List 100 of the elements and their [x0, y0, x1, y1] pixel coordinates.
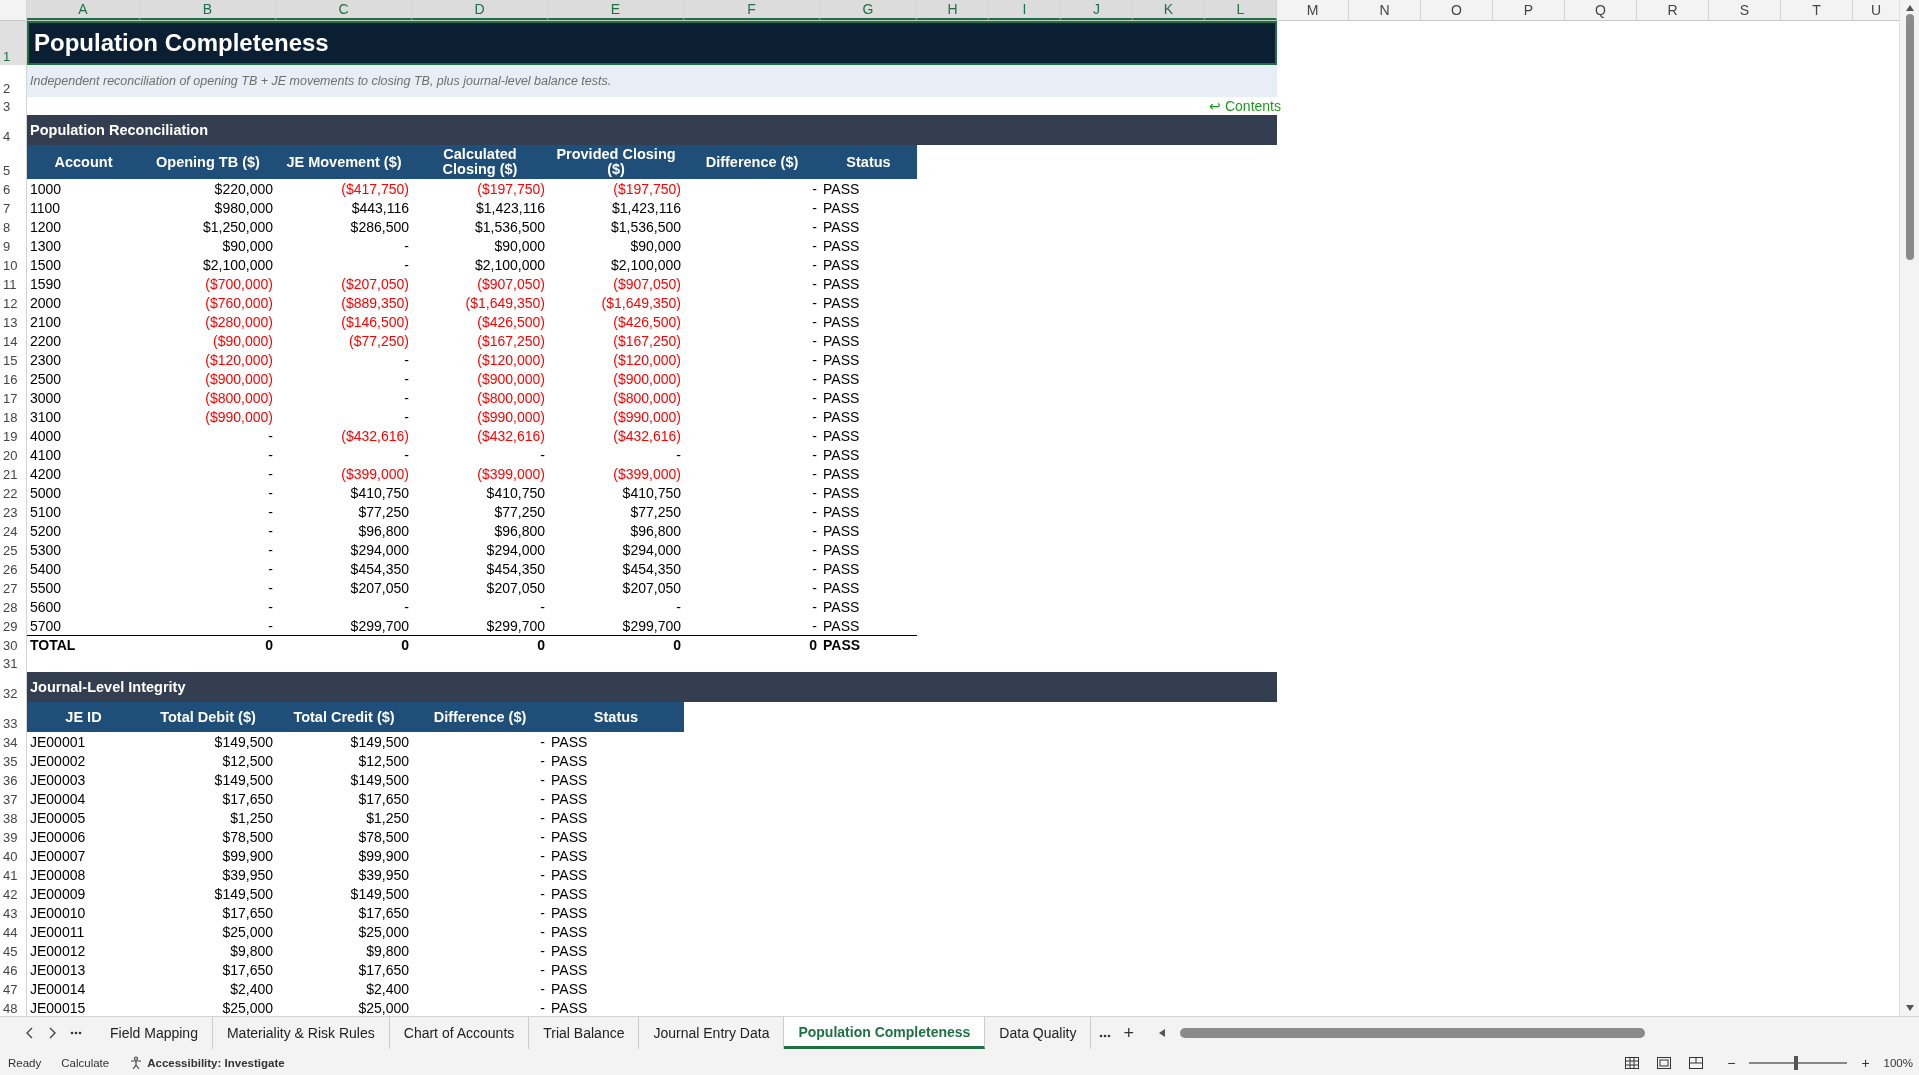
column-header[interactable]: F [684, 0, 820, 20]
row-number[interactable]: 14 [0, 331, 27, 350]
row-number[interactable]: 8 [0, 217, 27, 236]
sheet-tab[interactable]: Population Completeness [784, 1017, 986, 1049]
page-break-icon[interactable] [1689, 1056, 1704, 1069]
row-number[interactable]: 6 [0, 179, 27, 198]
row-number[interactable]: 37 [0, 789, 27, 808]
table-cell-text: PASS [822, 541, 861, 559]
table-cell-text: PASS [822, 427, 861, 445]
vertical-scrollbar[interactable] [1899, 0, 1919, 1016]
row-number[interactable]: 47 [0, 979, 27, 998]
column-header[interactable]: Q [1565, 0, 1637, 20]
more-tabs-icon[interactable] [1099, 1034, 1112, 1038]
row-number[interactable]: 3 [0, 97, 27, 115]
row-number[interactable]: 15 [0, 350, 27, 369]
table-cell-text: - [403, 389, 410, 407]
table-cell-text: JE00013 [29, 961, 87, 979]
row-number[interactable]: 17 [0, 388, 27, 407]
previous-sheet-icon[interactable] [26, 1027, 34, 1039]
table-cell-text: - [675, 598, 682, 616]
column-header[interactable]: H [917, 0, 989, 20]
column-header[interactable]: T [1781, 0, 1853, 20]
zoom-percentage[interactable]: 100% [1883, 1056, 1913, 1069]
row-number[interactable]: 28 [0, 597, 27, 616]
contents-link[interactable]: ↩ Contents [1209, 98, 1281, 114]
column-header[interactable]: R [1637, 0, 1709, 20]
calculate-button[interactable]: Calculate [61, 1056, 110, 1069]
column-header[interactable]: K [1133, 0, 1205, 20]
row-number[interactable]: 40 [0, 846, 27, 865]
row-number[interactable]: 45 [0, 941, 27, 960]
row-number[interactable]: 11 [0, 274, 27, 293]
row-number[interactable]: 16 [0, 369, 27, 388]
zoom-out-button[interactable]: − [1727, 1054, 1736, 1071]
column-header[interactable]: S [1709, 0, 1781, 20]
column-header[interactable]: N [1349, 0, 1421, 20]
column-header[interactable]: A [27, 0, 140, 20]
row-number[interactable]: 31 [0, 654, 27, 672]
row-number[interactable]: 36 [0, 770, 27, 789]
row-number[interactable]: 19 [0, 426, 27, 445]
column-header[interactable]: I [989, 0, 1061, 20]
scrollbar-thumb[interactable] [1179, 1028, 1645, 1038]
table-cell-text: $9,800 [229, 942, 274, 960]
table-cell-text: - [267, 427, 274, 445]
row-number[interactable]: 22 [0, 483, 27, 502]
row-number[interactable]: 7 [0, 198, 27, 217]
row-number[interactable]: 44 [0, 922, 27, 941]
row-number[interactable]: 21 [0, 464, 27, 483]
scrollbar-thumb[interactable] [1905, 14, 1914, 260]
row-number[interactable]: 42 [0, 884, 27, 903]
column-header[interactable]: M [1277, 0, 1349, 20]
row-number[interactable]: 25 [0, 540, 27, 559]
column-header: Opening TB ($) [140, 145, 276, 179]
accessibility-icon[interactable] [129, 1055, 144, 1070]
table-cell-text: $980,000 [213, 199, 274, 217]
row-number[interactable]: 39 [0, 827, 27, 846]
next-sheet-icon[interactable] [48, 1027, 56, 1039]
table-cell-text: - [811, 351, 818, 369]
table-cell-text: ($426,500) [476, 313, 546, 331]
table-cell-text: PASS [822, 332, 861, 350]
zoom-in-button[interactable]: + [1861, 1054, 1870, 1071]
row-number[interactable]: 12 [0, 293, 27, 312]
column-header[interactable]: D [412, 0, 548, 20]
row-number[interactable]: 23 [0, 502, 27, 521]
scroll-down-icon[interactable] [1904, 1004, 1915, 1012]
row-number[interactable]: 34 [0, 732, 27, 751]
row-number[interactable]: 20 [0, 445, 27, 464]
page-layout-icon[interactable] [1657, 1056, 1672, 1069]
table-cell-text: ($760,000) [204, 294, 274, 312]
column-header[interactable]: B [140, 0, 276, 20]
column-header[interactable]: C [276, 0, 412, 20]
row-number[interactable]: 35 [0, 751, 27, 770]
column-header[interactable]: E [548, 0, 684, 20]
row-number[interactable]: 41 [0, 865, 27, 884]
row-number[interactable]: 46 [0, 960, 27, 979]
column-header[interactable]: P [1493, 0, 1565, 20]
row-number[interactable]: 43 [0, 903, 27, 922]
column-header[interactable]: O [1421, 0, 1493, 20]
row-number[interactable]: 24 [0, 521, 27, 540]
scroll-left-icon[interactable] [1157, 1028, 1166, 1038]
column-header[interactable]: J [1061, 0, 1133, 20]
row-number[interactable]: 1 [0, 21, 27, 65]
table-cell-text: $220,000 [213, 180, 274, 198]
row-number[interactable]: 27 [0, 578, 27, 597]
row-number[interactable]: 30 [0, 635, 27, 654]
table-cell-text: $149,500 [213, 771, 274, 789]
slider-thumb[interactable] [1794, 1055, 1799, 1070]
column-header[interactable]: G [820, 0, 917, 20]
row-number[interactable]: 29 [0, 616, 27, 635]
row-number[interactable]: 38 [0, 808, 27, 827]
row-number[interactable]: 18 [0, 407, 27, 426]
more-sheets-icon[interactable] [70, 1031, 82, 1035]
add-sheet-button[interactable]: + [1111, 1022, 1146, 1044]
scroll-up-icon[interactable] [1904, 4, 1915, 12]
accessibility-status[interactable]: Accessibility: Investigate [147, 1056, 285, 1069]
column-header[interactable]: L [1205, 0, 1277, 20]
row-number[interactable]: 26 [0, 559, 27, 578]
row-number[interactable]: 13 [0, 312, 27, 331]
row-number[interactable]: 9 [0, 236, 27, 255]
row-number[interactable]: 10 [0, 255, 27, 274]
normal-view-icon[interactable] [1625, 1056, 1640, 1069]
